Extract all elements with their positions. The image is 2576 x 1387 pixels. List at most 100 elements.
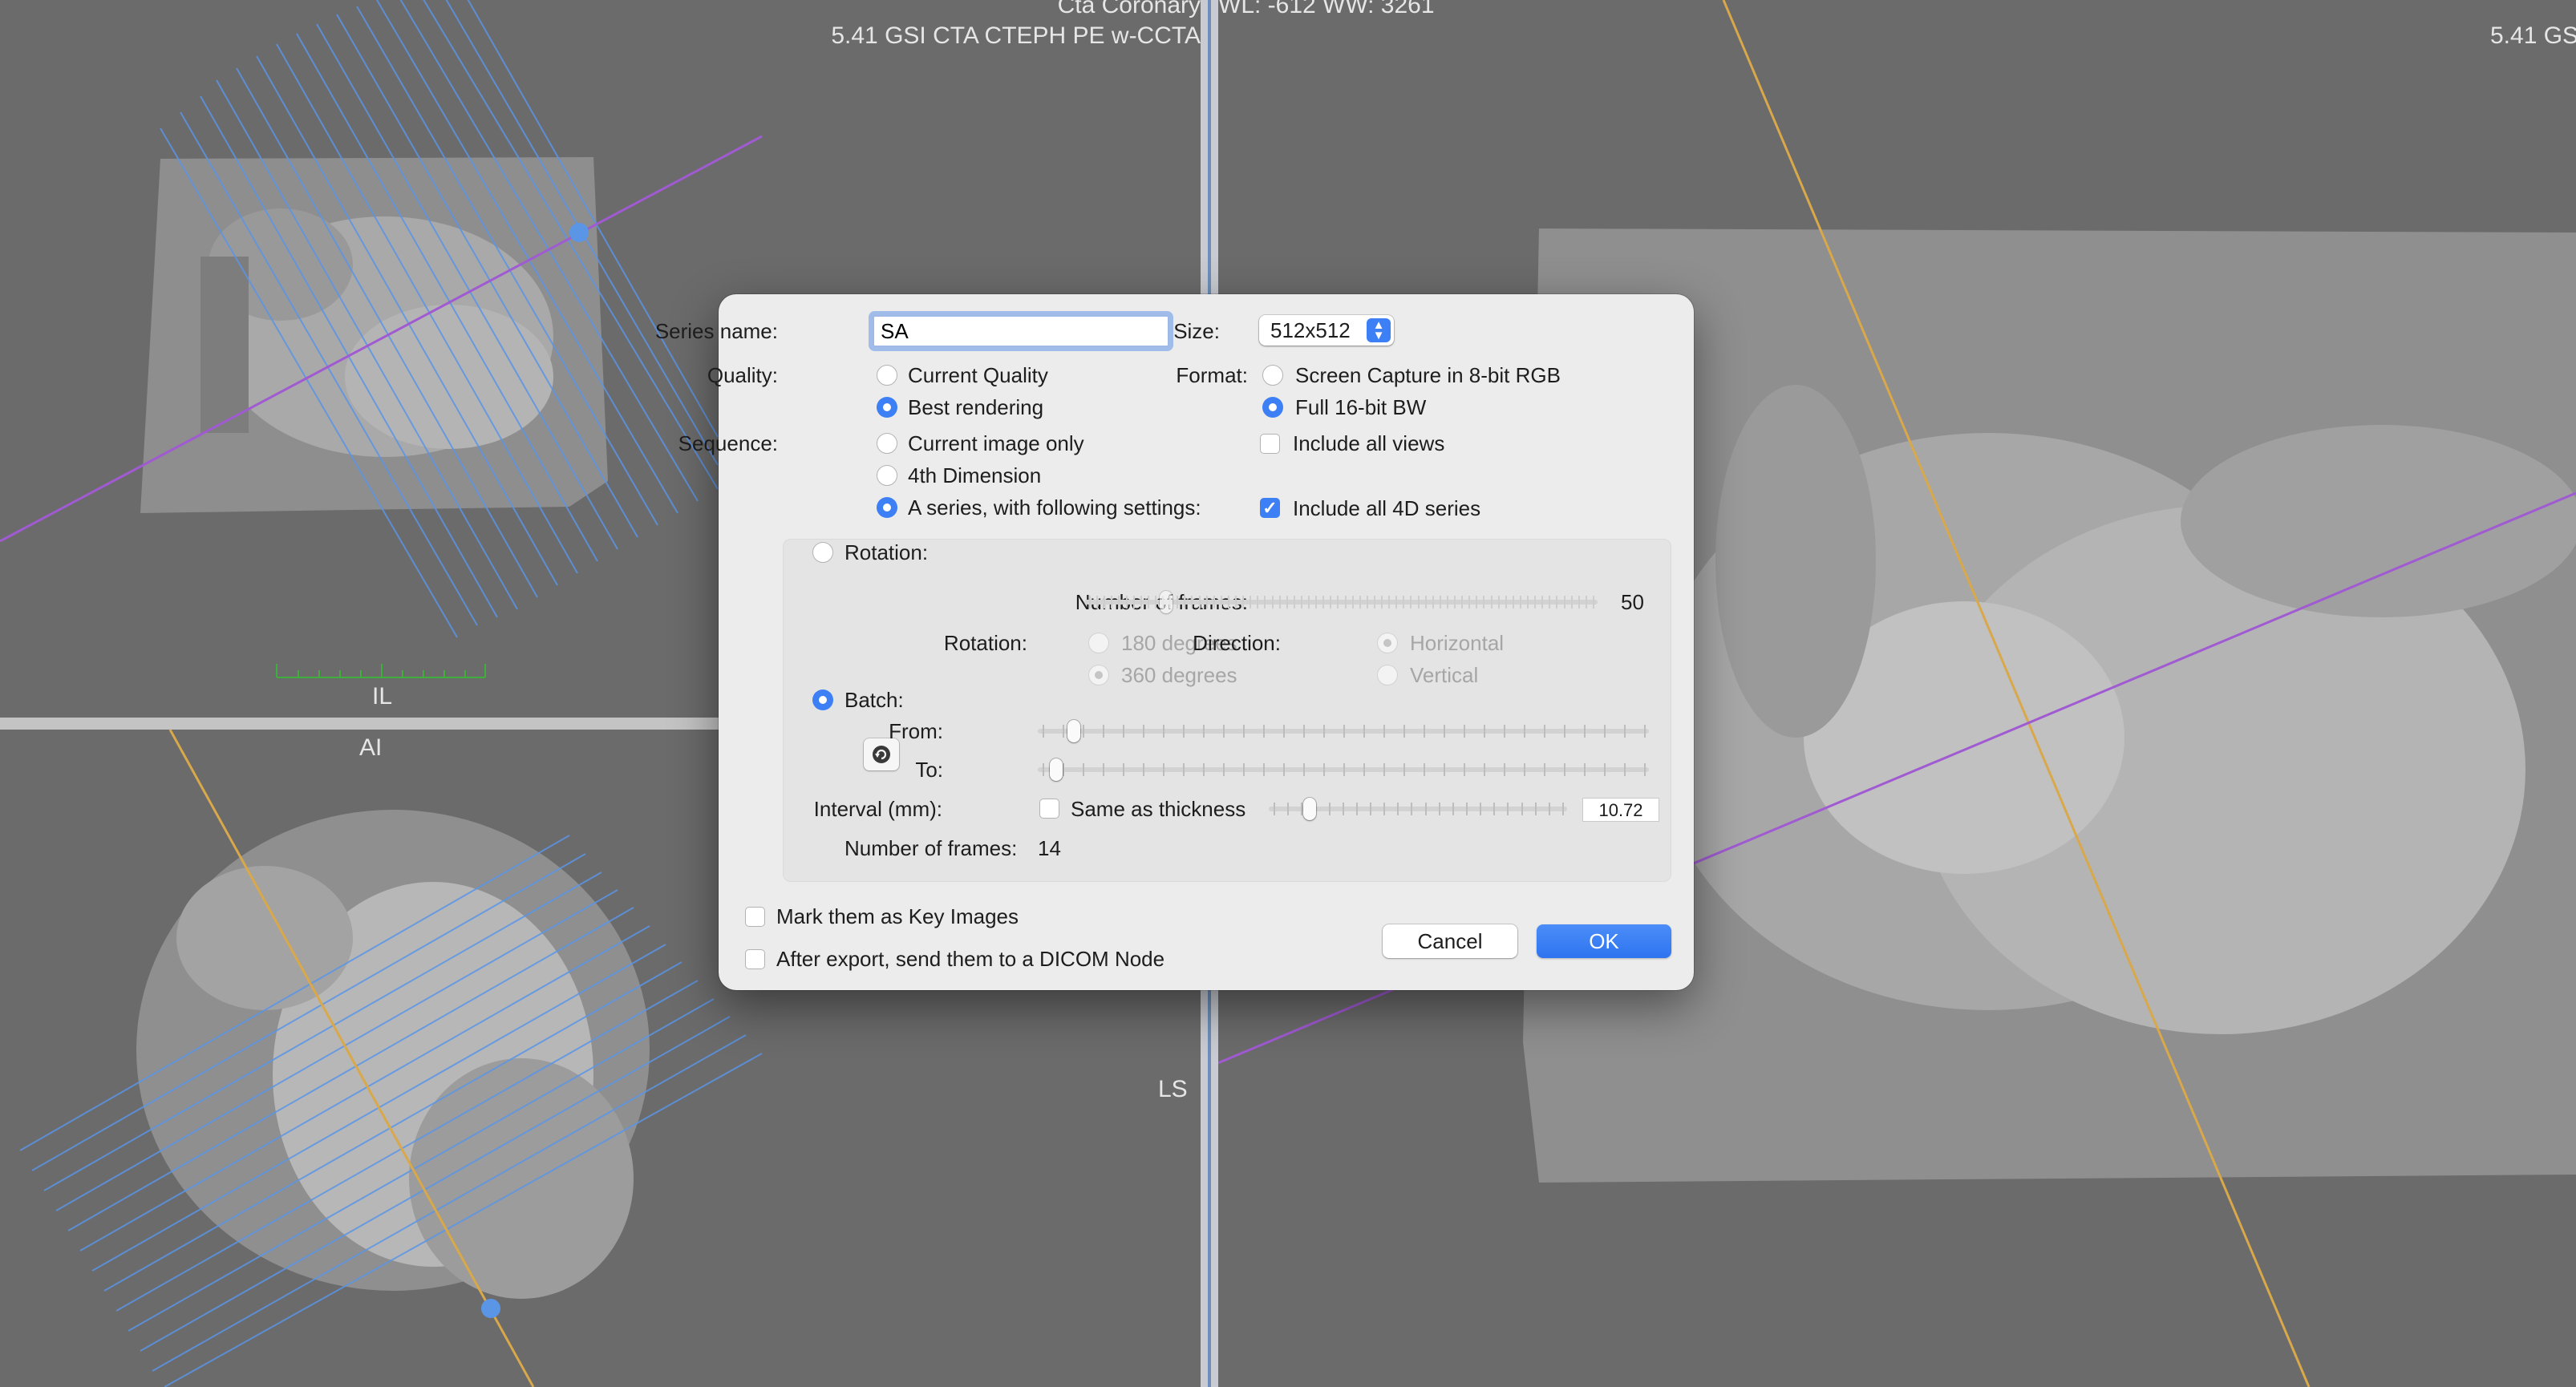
slider-tick	[1468, 596, 1471, 609]
slider-tick	[1111, 596, 1113, 609]
rotation-radio[interactable]	[812, 542, 833, 563]
series-title-text: Cta Coronary	[1057, 0, 1201, 18]
cancel-button[interactable]: Cancel	[1383, 924, 1517, 958]
slider-tick	[1343, 725, 1345, 738]
slider-tick	[1585, 596, 1587, 609]
slider-tick	[1264, 596, 1266, 609]
interval-value-field[interactable]: 10.72	[1582, 798, 1659, 822]
batch-radio-label[interactable]: Batch:	[844, 687, 904, 713]
slider-tick	[1544, 763, 1545, 776]
slider-tick	[1330, 596, 1332, 609]
slider-tick	[1563, 596, 1565, 609]
batch-from-slider[interactable]	[1038, 718, 1649, 744]
send-dicom-checkbox[interactable]	[745, 949, 765, 969]
batch-radio[interactable]	[812, 689, 833, 710]
sequence-4th-dimension-radio[interactable]	[877, 465, 897, 486]
mark-key-images-label[interactable]: Mark them as Key Images	[776, 904, 1019, 929]
slider-tick	[1163, 763, 1164, 776]
include-all-views-checkbox[interactable]	[1260, 434, 1280, 454]
slider-tick	[1191, 596, 1193, 609]
rotation-180-radio[interactable]	[1088, 633, 1109, 653]
slider-thumb[interactable]	[1302, 798, 1316, 820]
quality-current-label[interactable]: Current Quality	[908, 362, 1048, 388]
quality-label: Quality:	[707, 363, 778, 387]
slider-tick	[1205, 596, 1208, 609]
sequence-4th-dimension-label[interactable]: 4th Dimension	[908, 463, 1041, 488]
ok-button[interactable]: OK	[1537, 924, 1671, 958]
mark-key-images-checkbox[interactable]	[745, 907, 765, 927]
quality-best-radio[interactable]	[877, 397, 897, 418]
slider-tick	[1263, 763, 1265, 776]
slider-tick	[1250, 596, 1252, 609]
interval-slider[interactable]	[1269, 796, 1567, 822]
slider-tick	[1381, 596, 1383, 609]
batch-to-slider[interactable]	[1038, 757, 1649, 782]
size-popup[interactable]: 512x512 ▲ ▼	[1259, 315, 1394, 346]
sequence-current-image-radio[interactable]	[877, 433, 897, 454]
slider-tick	[1439, 596, 1441, 609]
slider-tick	[1444, 763, 1445, 776]
rotation-360-label[interactable]: 360 degrees	[1121, 662, 1237, 688]
same-as-thickness-label[interactable]: Same as thickness	[1071, 796, 1245, 822]
direction-horizontal-radio[interactable]	[1377, 633, 1398, 653]
slider-ticks	[1274, 803, 1564, 815]
slider-tick	[1544, 725, 1545, 738]
slider-tick	[1452, 803, 1454, 815]
slider-tick	[1235, 596, 1237, 609]
slider-tick	[1213, 596, 1215, 609]
slider-tick	[1140, 596, 1142, 609]
include-all-views-label[interactable]: Include all views	[1293, 431, 1444, 456]
same-as-thickness-checkbox[interactable]	[1039, 799, 1059, 819]
slider-tick	[1143, 763, 1144, 776]
slider-tick	[1123, 763, 1124, 776]
slider-tick	[1183, 725, 1185, 738]
format-16bit-label[interactable]: Full 16-bit BW	[1295, 394, 1426, 420]
slider-tick	[1293, 596, 1295, 609]
slider-tick	[1328, 803, 1331, 815]
slider-ticks	[1043, 725, 1646, 738]
rotation-frames-slider[interactable]	[1084, 589, 1598, 615]
slider-tick	[1521, 803, 1523, 815]
format-16bit-radio[interactable]	[1262, 397, 1283, 418]
slider-tick	[1274, 803, 1275, 815]
slider-tick	[1366, 596, 1368, 609]
direction-vertical-label[interactable]: Vertical	[1410, 662, 1478, 688]
slider-tick	[1493, 803, 1496, 815]
slider-tick	[1063, 763, 1064, 776]
slider-thumb[interactable]	[1159, 591, 1173, 613]
slider-tick	[1363, 763, 1365, 776]
send-dicom-label[interactable]: After export, send them to a DICOM Node	[776, 946, 1164, 972]
direction-vertical-radio[interactable]	[1377, 665, 1398, 685]
include-all-4d-checkbox[interactable]: ✓	[1260, 498, 1280, 518]
slider-tick	[1476, 596, 1478, 609]
sequence-current-image-label[interactable]: Current image only	[908, 431, 1084, 456]
slider-tick	[1480, 803, 1482, 815]
slider-tick	[1184, 596, 1186, 609]
direction-horizontal-label[interactable]: Horizontal	[1410, 630, 1504, 656]
slider-tick	[1227, 596, 1229, 609]
slider-thumb[interactable]	[1049, 758, 1063, 781]
slider-tick	[1283, 763, 1285, 776]
quality-current-radio[interactable]	[877, 365, 897, 386]
rotation-radio-label[interactable]: Rotation:	[844, 540, 928, 565]
slider-tick	[1454, 596, 1456, 609]
slider-thumb[interactable]	[1067, 720, 1081, 742]
series-name-field[interactable]: SA	[873, 315, 1169, 347]
slider-tick	[1154, 596, 1156, 609]
slider-tick	[1083, 725, 1084, 738]
slider-tick	[1527, 596, 1529, 609]
format-screen-capture-radio[interactable]	[1262, 365, 1283, 386]
slider-tick	[1303, 763, 1305, 776]
slider-tick	[1243, 725, 1245, 738]
series-name-label: Series name:	[654, 319, 778, 343]
include-all-4d-label[interactable]: Include all 4D series	[1293, 495, 1480, 521]
quality-best-label[interactable]: Best rendering	[908, 394, 1043, 420]
format-screen-capture-label[interactable]: Screen Capture in 8-bit RGB	[1295, 362, 1561, 388]
slider-tick	[1424, 596, 1427, 609]
slider-tick	[1370, 803, 1371, 815]
slider-tick	[1483, 596, 1485, 609]
sequence-series-radio[interactable]	[877, 497, 897, 518]
sequence-series-label[interactable]: A series, with following settings:	[908, 495, 1201, 520]
rotation-360-radio[interactable]	[1088, 665, 1109, 685]
sync-button[interactable]	[864, 738, 899, 770]
